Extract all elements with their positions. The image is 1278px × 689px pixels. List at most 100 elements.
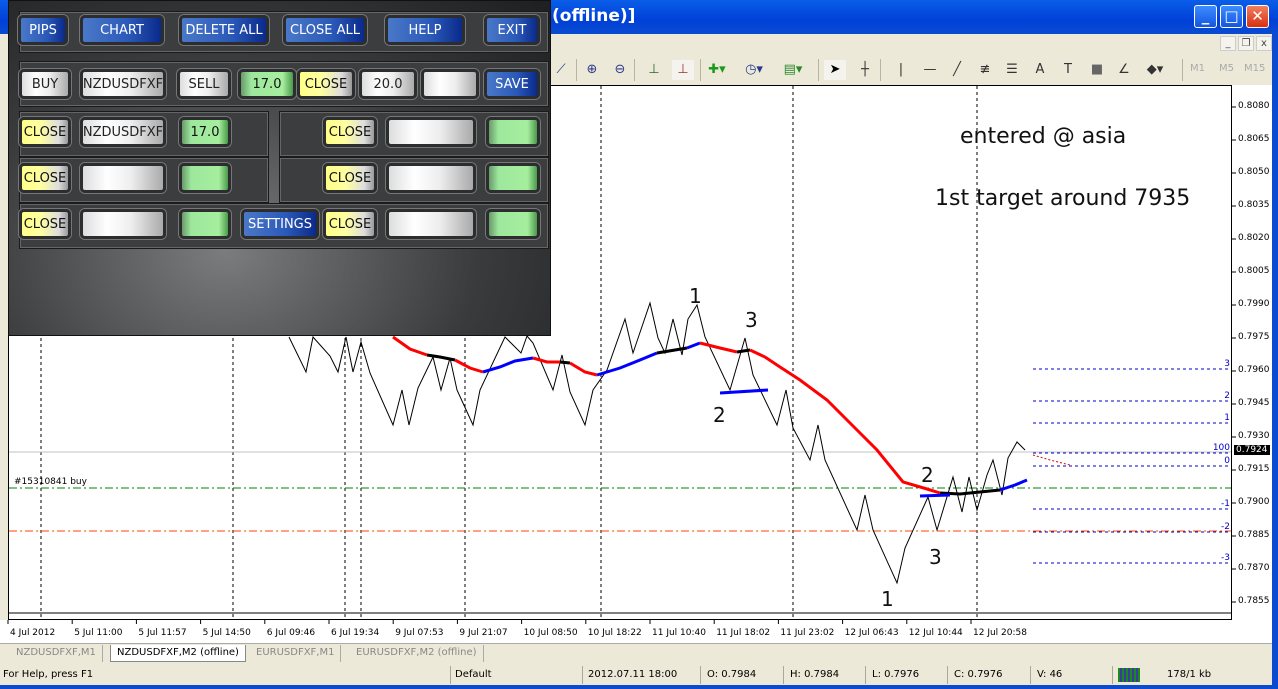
time-label: 12 Jul 20:58 — [973, 628, 1027, 638]
text-icon[interactable]: A — [1029, 60, 1051, 80]
order-lots — [486, 163, 540, 193]
order-lots — [486, 209, 540, 239]
time-label: 5 Jul 11:00 — [74, 628, 123, 638]
lots-field[interactable]: 17.0 — [238, 69, 296, 99]
rectangle-icon[interactable]: ■ — [1086, 60, 1108, 80]
maximize-button[interactable]: □ — [1220, 5, 1243, 28]
wave-label: 1 — [881, 587, 894, 611]
time-label: 5 Jul 11:57 — [138, 628, 187, 638]
order-close-button[interactable]: CLOSE — [323, 117, 377, 147]
price-label: 0.7990 — [1238, 299, 1270, 309]
time-label: 12 Jul 10:44 — [908, 628, 963, 638]
toolbar-separator — [818, 59, 819, 81]
save-button[interactable]: SAVE — [484, 69, 540, 99]
chart-button[interactable]: CHART — [80, 15, 164, 45]
settings-button[interactable]: SETTINGS — [241, 209, 319, 239]
crosshair-icon[interactable]: ┼ — [854, 60, 876, 80]
timeframe-m1[interactable]: M1 — [1190, 63, 1205, 74]
add-indicator-icon[interactable]: ✚▾ — [706, 60, 728, 80]
chart-note: 1st target around 7935 — [935, 186, 1191, 211]
order-lots — [179, 209, 231, 239]
pips-button[interactable]: PIPS — [18, 15, 68, 45]
order-symbol — [386, 117, 476, 147]
help-button[interactable]: HELP — [385, 15, 465, 45]
order-close-button[interactable]: CLOSE — [19, 117, 71, 147]
zoom-out-icon[interactable]: ⊖ — [609, 60, 631, 80]
status-help: For Help, press F1 — [3, 669, 94, 680]
chart-note: entered @ asia — [960, 124, 1127, 149]
price-label: 0.7900 — [1238, 497, 1270, 507]
line-chart-icon[interactable]: ⟋ — [550, 60, 572, 80]
window-title: (offline)] — [552, 6, 636, 26]
timeframe-m5[interactable]: M5 — [1219, 63, 1234, 74]
blank-field[interactable] — [421, 69, 479, 99]
price-label: 0.8065 — [1238, 134, 1270, 144]
divider — [1112, 666, 1113, 684]
sell-button[interactable]: SELL — [177, 69, 231, 99]
close-button-main[interactable]: CLOSE — [297, 69, 355, 99]
tab-eurusd-m1[interactable]: EURUSDFXF,M1 — [250, 645, 342, 662]
wave-label: 3 — [929, 545, 942, 569]
buy-button[interactable]: BUY — [19, 69, 71, 99]
mdi-minimize-button[interactable]: _ — [1220, 36, 1236, 51]
tab-nzdusd-m2-offline[interactable]: NZDUSDFXF,M2 (offline) — [110, 645, 246, 662]
order-close-button[interactable]: CLOSE — [19, 209, 71, 239]
tab-nzdusd-m1[interactable]: NZDUSDFXF,M1 — [10, 645, 103, 662]
order-close-button[interactable]: CLOSE — [323, 209, 377, 239]
gann-icon[interactable]: ∠ — [1113, 60, 1135, 80]
price-label: 0.7885 — [1238, 530, 1270, 540]
order-lots — [486, 117, 540, 147]
toolbar-separator — [576, 59, 577, 81]
tab-eurusd-m2-offline[interactable]: EURUSDFXF,M2 (offline) — [350, 645, 484, 662]
trendline-icon[interactable]: ╱ — [946, 60, 968, 80]
order-lots: 17.0 — [179, 117, 231, 147]
pips-field[interactable]: 20.0 — [359, 69, 417, 99]
fibo-level-label: -3 — [1221, 553, 1230, 563]
time-label: 6 Jul 09:46 — [266, 628, 316, 638]
exit-button[interactable]: EXIT — [484, 15, 540, 45]
close-button[interactable]: ✕ — [1246, 5, 1269, 28]
timeframe-m15[interactable]: M15 — [1244, 63, 1265, 74]
time-label: 10 Jul 18:22 — [587, 628, 642, 638]
price-label: 0.8020 — [1238, 233, 1270, 243]
price-label: 0.7915 — [1238, 464, 1270, 474]
time-label: 10 Jul 08:50 — [523, 628, 578, 638]
order-symbol: NZDUSDFXF — [80, 117, 166, 147]
periods-clock-icon[interactable]: ◷▾ — [743, 60, 765, 80]
connection-status-icon[interactable] — [1118, 668, 1140, 682]
minimize-button[interactable]: _ — [1194, 5, 1217, 28]
toolbar-separator — [700, 59, 701, 81]
symbol-field[interactable]: NZDUSDFXF — [80, 69, 166, 99]
divider — [865, 666, 866, 684]
delete-all-button[interactable]: DELETE ALL — [179, 15, 269, 45]
fibo-levels-icon[interactable]: ☰ — [1001, 60, 1023, 80]
status-time: 2012.07.11 18:00 — [588, 669, 678, 680]
mdi-close-button[interactable]: x — [1256, 36, 1272, 51]
templates-icon[interactable]: ▤▾ — [782, 60, 804, 80]
price-label: 0.7870 — [1238, 563, 1270, 573]
order-symbol — [80, 209, 166, 239]
fibo-expansion-icon[interactable]: ≢ — [974, 60, 996, 80]
close-all-button[interactable]: CLOSE ALL — [283, 15, 367, 45]
time-label: 11 Jul 10:40 — [652, 628, 706, 638]
horizontal-line-icon[interactable]: — — [919, 60, 941, 80]
text-label-icon[interactable]: T — [1057, 60, 1079, 80]
order-close-button[interactable]: CLOSE — [19, 163, 71, 193]
chart-shift-icon[interactable]: ⊥ — [643, 60, 665, 80]
mdi-restore-button[interactable]: ❐ — [1238, 36, 1254, 51]
order-close-button[interactable]: CLOSE — [323, 163, 377, 193]
divider — [947, 666, 948, 684]
window-border — [0, 685, 1278, 689]
vertical-line-icon[interactable]: | — [890, 60, 912, 80]
cursor-icon[interactable]: ➤ — [824, 60, 846, 80]
price-label: 0.7945 — [1238, 398, 1270, 408]
wave-label: 2 — [921, 463, 934, 487]
price-label: 0.7930 — [1238, 431, 1270, 441]
wave-label: 3 — [745, 308, 758, 332]
divider — [450, 666, 451, 684]
autoscroll-icon[interactable]: ⊥ — [672, 60, 694, 80]
zoom-in-icon[interactable]: ⊕ — [581, 60, 603, 80]
toolbar-separator — [1182, 59, 1183, 81]
arrows-icon[interactable]: ◆▾ — [1144, 60, 1166, 80]
order-symbol — [386, 163, 476, 193]
